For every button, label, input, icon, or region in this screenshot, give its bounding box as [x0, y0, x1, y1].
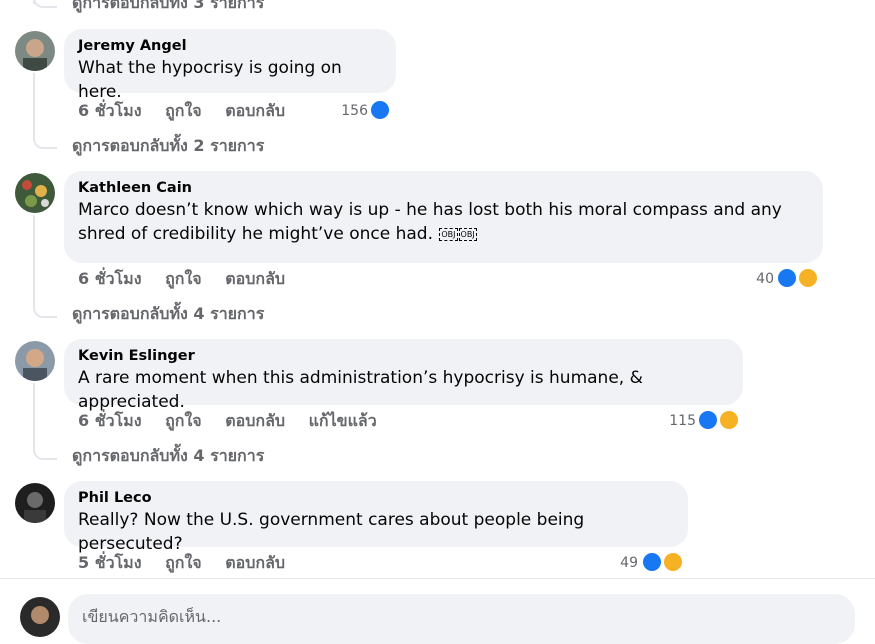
view-replies-link[interactable]: ดูการตอบกลับทั้ง 3 รายการ — [72, 0, 264, 14]
comment-bubble: Phil Leco Really? Now the U.S. governmen… — [64, 481, 688, 554]
like-icon — [697, 409, 719, 431]
comment-actions: 6 ชั่วโมง ถูกใจ ตอบกลับ แก้ไขแล้ว — [78, 410, 395, 432]
comment-actions: 6 ชั่วโมง ถูกใจ ตอบกลับ — [78, 268, 303, 290]
avatar-image — [15, 31, 55, 71]
like-button[interactable]: ถูกใจ — [165, 269, 202, 288]
reaction-count[interactable]: 40 — [740, 269, 774, 289]
avatar[interactable] — [15, 173, 55, 213]
emoji-placeholder: OBJ — [439, 227, 458, 241]
haha-icon — [718, 409, 740, 431]
view-replies-link[interactable]: ดูการตอบกลับทั้ง 2 รายการ — [72, 135, 264, 157]
avatar-image — [20, 597, 60, 637]
view-replies-link[interactable]: ดูการตอบกลับทั้ง 4 รายการ — [72, 445, 264, 467]
comment-bubble: Kathleen Cain Marco doesn’t know which w… — [64, 171, 823, 263]
avatar[interactable] — [15, 483, 55, 523]
avatar-image — [15, 483, 55, 523]
comment-bubble: Kevin Eslinger A rare moment when this a… — [64, 339, 743, 412]
avatar-image — [15, 341, 55, 381]
comment-timestamp[interactable]: 6 ชั่วโมง — [78, 411, 142, 430]
reply-button[interactable]: ตอบกลับ — [225, 101, 285, 120]
reply-button[interactable]: ตอบกลับ — [225, 411, 285, 430]
reply-button[interactable]: ตอบกลับ — [225, 553, 285, 572]
composer-avatar[interactable] — [20, 597, 60, 637]
comment-text-line: shred of credibility he might’ve once ha… — [78, 222, 809, 246]
divider — [0, 578, 875, 579]
like-button[interactable]: ถูกใจ — [165, 101, 202, 120]
comment-text: What the hypocrisy is going on here. — [78, 58, 342, 102]
comment-text: Really? Now the U.S. government cares ab… — [78, 510, 585, 554]
like-button[interactable]: ถูกใจ — [165, 553, 202, 572]
like-icon — [369, 99, 391, 121]
avatar-image — [15, 173, 55, 213]
comment-bubble: Jeremy Angel What the hypocrisy is going… — [64, 29, 396, 102]
comment-actions: 6 ชั่วโมง ถูกใจ ตอบกลับ — [78, 100, 303, 122]
comment-actions: 5 ชั่วโมง ถูกใจ ตอบกลับ — [78, 552, 303, 574]
like-button[interactable]: ถูกใจ — [165, 411, 202, 430]
avatar[interactable] — [15, 31, 55, 71]
reply-button[interactable]: ตอบกลับ — [225, 269, 285, 288]
view-replies-link[interactable]: ดูการตอบกลับทั้ง 4 รายการ — [72, 303, 264, 325]
comment-text-line-2: shred of credibility he might’ve once ha… — [78, 224, 433, 244]
comment-timestamp[interactable]: 6 ชั่วโมง — [78, 269, 142, 288]
comment-author[interactable]: Kathleen Cain — [78, 179, 809, 198]
comment-timestamp[interactable]: 6 ชั่วโมง — [78, 101, 142, 120]
comment-author[interactable]: Kevin Eslinger — [78, 347, 729, 366]
haha-icon — [662, 551, 684, 573]
comment-text: A rare moment when this administration’s… — [78, 368, 643, 412]
comment-timestamp[interactable]: 5 ชั่วโมง — [78, 553, 142, 572]
like-icon — [641, 551, 663, 573]
reaction-count[interactable]: 49 — [600, 553, 638, 573]
reaction-count[interactable]: 115 — [658, 411, 696, 431]
comment-input-placeholder: เขียนความคิดเห็น... — [82, 607, 222, 626]
like-icon — [776, 267, 798, 289]
comment-author[interactable]: Phil Leco — [78, 489, 674, 508]
avatar[interactable] — [15, 341, 55, 381]
edited-label[interactable]: แก้ไขแล้ว — [309, 411, 377, 430]
haha-icon — [797, 267, 819, 289]
emoji-placeholder: OBJ — [458, 227, 477, 241]
comment-author[interactable]: Jeremy Angel — [78, 37, 382, 56]
comment-text-line: Marco doesn’t know which way is up - he … — [78, 200, 782, 220]
reaction-count[interactable]: 156 — [330, 101, 368, 121]
